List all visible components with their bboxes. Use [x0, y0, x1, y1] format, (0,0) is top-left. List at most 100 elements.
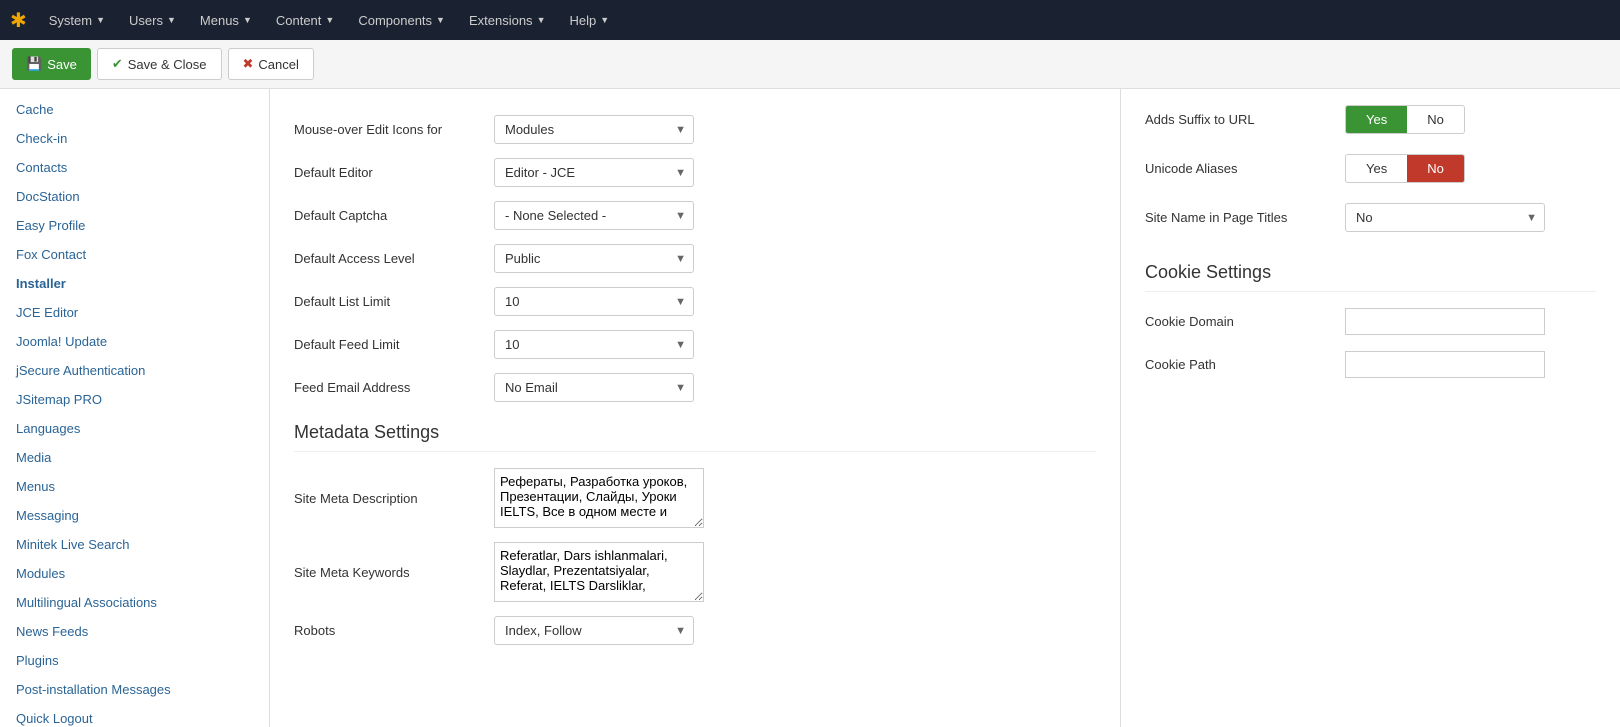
cookie-path-input[interactable] [1345, 351, 1545, 378]
default-editor-select[interactable]: Editor - JCE Editor - TinyMCE No Editor [494, 158, 694, 187]
default-editor-control: Editor - JCE Editor - TinyMCE No Editor … [494, 158, 694, 187]
sidebar-item-languages[interactable]: Languages [0, 414, 269, 443]
default-access-select[interactable]: Public Registered Special [494, 244, 694, 273]
sidebar-item-minitek[interactable]: Minitek Live Search [0, 530, 269, 559]
mouseover-edit-label: Mouse-over Edit Icons for [294, 122, 494, 137]
site-meta-keywords-control: Referatlar, Dars ishlanmalari, Slaydlar,… [494, 542, 704, 602]
default-list-limit-label: Default List Limit [294, 294, 494, 309]
default-list-limit-control: 5 10 15 20 ▼ [494, 287, 694, 316]
chevron-down-icon: ▼ [96, 15, 105, 25]
sidebar-item-cache[interactable]: Cache [0, 95, 269, 124]
adds-suffix-yes-button[interactable]: Yes [1346, 106, 1407, 133]
nav-extensions[interactable]: Extensions ▼ [459, 7, 556, 34]
mouseover-edit-row: Mouse-over Edit Icons for Modules Both N… [294, 115, 1096, 144]
cookie-path-label: Cookie Path [1145, 357, 1345, 372]
metadata-section: Metadata Settings Site Meta Description … [294, 422, 1096, 645]
unicode-aliases-yes-button[interactable]: Yes [1346, 155, 1407, 182]
sidebar-item-messaging[interactable]: Messaging [0, 501, 269, 530]
nav-users[interactable]: Users ▼ [119, 7, 186, 34]
site-name-control: No Before After ▼ [1345, 203, 1545, 232]
sidebar-item-foxcontact[interactable]: Fox Contact [0, 240, 269, 269]
default-access-label: Default Access Level [294, 251, 494, 266]
adds-suffix-label: Adds Suffix to URL [1145, 112, 1345, 127]
sidebar-item-docstation[interactable]: DocStation [0, 182, 269, 211]
sidebar-item-installer[interactable]: Installer [0, 269, 269, 298]
mouseover-edit-control: Modules Both None ▼ [494, 115, 694, 144]
site-meta-description-textarea[interactable]: Рефераты, Разработка уроков, Презентации… [494, 468, 704, 528]
cookie-domain-row: Cookie Domain [1145, 308, 1596, 335]
sidebar-item-postinstall[interactable]: Post-installation Messages [0, 675, 269, 704]
unicode-aliases-no-button[interactable]: No [1407, 155, 1464, 182]
site-meta-keywords-row: Site Meta Keywords Referatlar, Dars ishl… [294, 542, 1096, 602]
feed-email-row: Feed Email Address No Email Author Email… [294, 373, 1096, 402]
default-captcha-label: Default Captcha [294, 208, 494, 223]
sidebar-item-checkin[interactable]: Check-in [0, 124, 269, 153]
feed-email-label: Feed Email Address [294, 380, 494, 395]
chevron-down-icon: ▼ [325, 15, 334, 25]
site-meta-description-control: Рефераты, Разработка уроков, Презентации… [494, 468, 704, 528]
nav-menus[interactable]: Menus ▼ [190, 7, 262, 34]
default-feed-limit-select[interactable]: 5 10 15 [494, 330, 694, 359]
cancel-button[interactable]: ✖ Cancel [228, 48, 314, 80]
save-button[interactable]: 💾 Save [12, 48, 91, 80]
main-content: Mouse-over Edit Icons for Modules Both N… [270, 89, 1120, 727]
default-access-control: Public Registered Special ▼ [494, 244, 694, 273]
robots-control: Index, Follow Index, No Follow No Index,… [494, 616, 694, 645]
sidebar-item-plugins[interactable]: Plugins [0, 646, 269, 675]
chevron-down-icon: ▼ [167, 15, 176, 25]
sidebar: Cache Check-in Contacts DocStation Easy … [0, 89, 270, 727]
default-access-row: Default Access Level Public Registered S… [294, 244, 1096, 273]
sidebar-item-jceeditor[interactable]: JCE Editor [0, 298, 269, 327]
default-list-limit-select[interactable]: 5 10 15 20 [494, 287, 694, 316]
sidebar-item-modules[interactable]: Modules [0, 559, 269, 588]
unicode-aliases-label: Unicode Aliases [1145, 161, 1345, 176]
robots-label: Robots [294, 623, 494, 638]
sidebar-item-contacts[interactable]: Contacts [0, 153, 269, 182]
cookie-path-control [1345, 351, 1545, 378]
adds-suffix-row: Adds Suffix to URL Yes No [1145, 105, 1596, 134]
nav-components[interactable]: Components ▼ [348, 7, 455, 34]
robots-row: Robots Index, Follow Index, No Follow No… [294, 616, 1096, 645]
sidebar-item-menus[interactable]: Menus [0, 472, 269, 501]
nav-content[interactable]: Content ▼ [266, 7, 344, 34]
chevron-down-icon: ▼ [600, 15, 609, 25]
cookie-domain-input[interactable] [1345, 308, 1545, 335]
site-meta-description-label: Site Meta Description [294, 491, 494, 506]
sidebar-item-jsecure[interactable]: jSecure Authentication [0, 356, 269, 385]
default-editor-label: Default Editor [294, 165, 494, 180]
site-meta-description-row: Site Meta Description Рефераты, Разработ… [294, 468, 1096, 528]
nav-system[interactable]: System ▼ [39, 7, 115, 34]
metadata-section-title: Metadata Settings [294, 422, 1096, 452]
default-list-limit-row: Default List Limit 5 10 15 20 ▼ [294, 287, 1096, 316]
form-section-general: Mouse-over Edit Icons for Modules Both N… [294, 115, 1096, 402]
site-name-select[interactable]: No Before After [1345, 203, 1545, 232]
sidebar-item-easyprofile[interactable]: Easy Profile [0, 211, 269, 240]
default-captcha-select[interactable]: - None Selected - ReCaptcha [494, 201, 694, 230]
chevron-down-icon: ▼ [436, 15, 445, 25]
site-meta-keywords-textarea[interactable]: Referatlar, Dars ishlanmalari, Slaydlar,… [494, 542, 704, 602]
adds-suffix-no-button[interactable]: No [1407, 106, 1464, 133]
default-captcha-row: Default Captcha - None Selected - ReCapt… [294, 201, 1096, 230]
chevron-down-icon: ▼ [537, 15, 546, 25]
sidebar-item-newsfeeds[interactable]: News Feeds [0, 617, 269, 646]
save-icon: 💾 [26, 56, 42, 72]
sidebar-item-jsitemap[interactable]: JSitemap PRO [0, 385, 269, 414]
sidebar-item-quicklogout[interactable]: Quick Logout [0, 704, 269, 727]
default-feed-limit-row: Default Feed Limit 5 10 15 ▼ [294, 330, 1096, 359]
feed-email-select[interactable]: No Email Author Email Site Email [494, 373, 694, 402]
mouseover-edit-select[interactable]: Modules Both None [494, 115, 694, 144]
site-name-row: Site Name in Page Titles No Before After… [1145, 203, 1596, 232]
chevron-down-icon: ▼ [243, 15, 252, 25]
adds-suffix-control: Yes No [1345, 105, 1465, 134]
sidebar-item-multilingual[interactable]: Multilingual Associations [0, 588, 269, 617]
default-editor-row: Default Editor Editor - JCE Editor - Tin… [294, 158, 1096, 187]
cookie-settings-title: Cookie Settings [1145, 262, 1596, 292]
site-meta-keywords-label: Site Meta Keywords [294, 565, 494, 580]
sidebar-item-joomlaupdate[interactable]: Joomla! Update [0, 327, 269, 356]
sidebar-item-media[interactable]: Media [0, 443, 269, 472]
default-feed-limit-control: 5 10 15 ▼ [494, 330, 694, 359]
save-close-button[interactable]: ✔ Save & Close [97, 48, 222, 80]
nav-help[interactable]: Help ▼ [559, 7, 619, 34]
robots-select[interactable]: Index, Follow Index, No Follow No Index,… [494, 616, 694, 645]
main-layout: Cache Check-in Contacts DocStation Easy … [0, 89, 1620, 727]
